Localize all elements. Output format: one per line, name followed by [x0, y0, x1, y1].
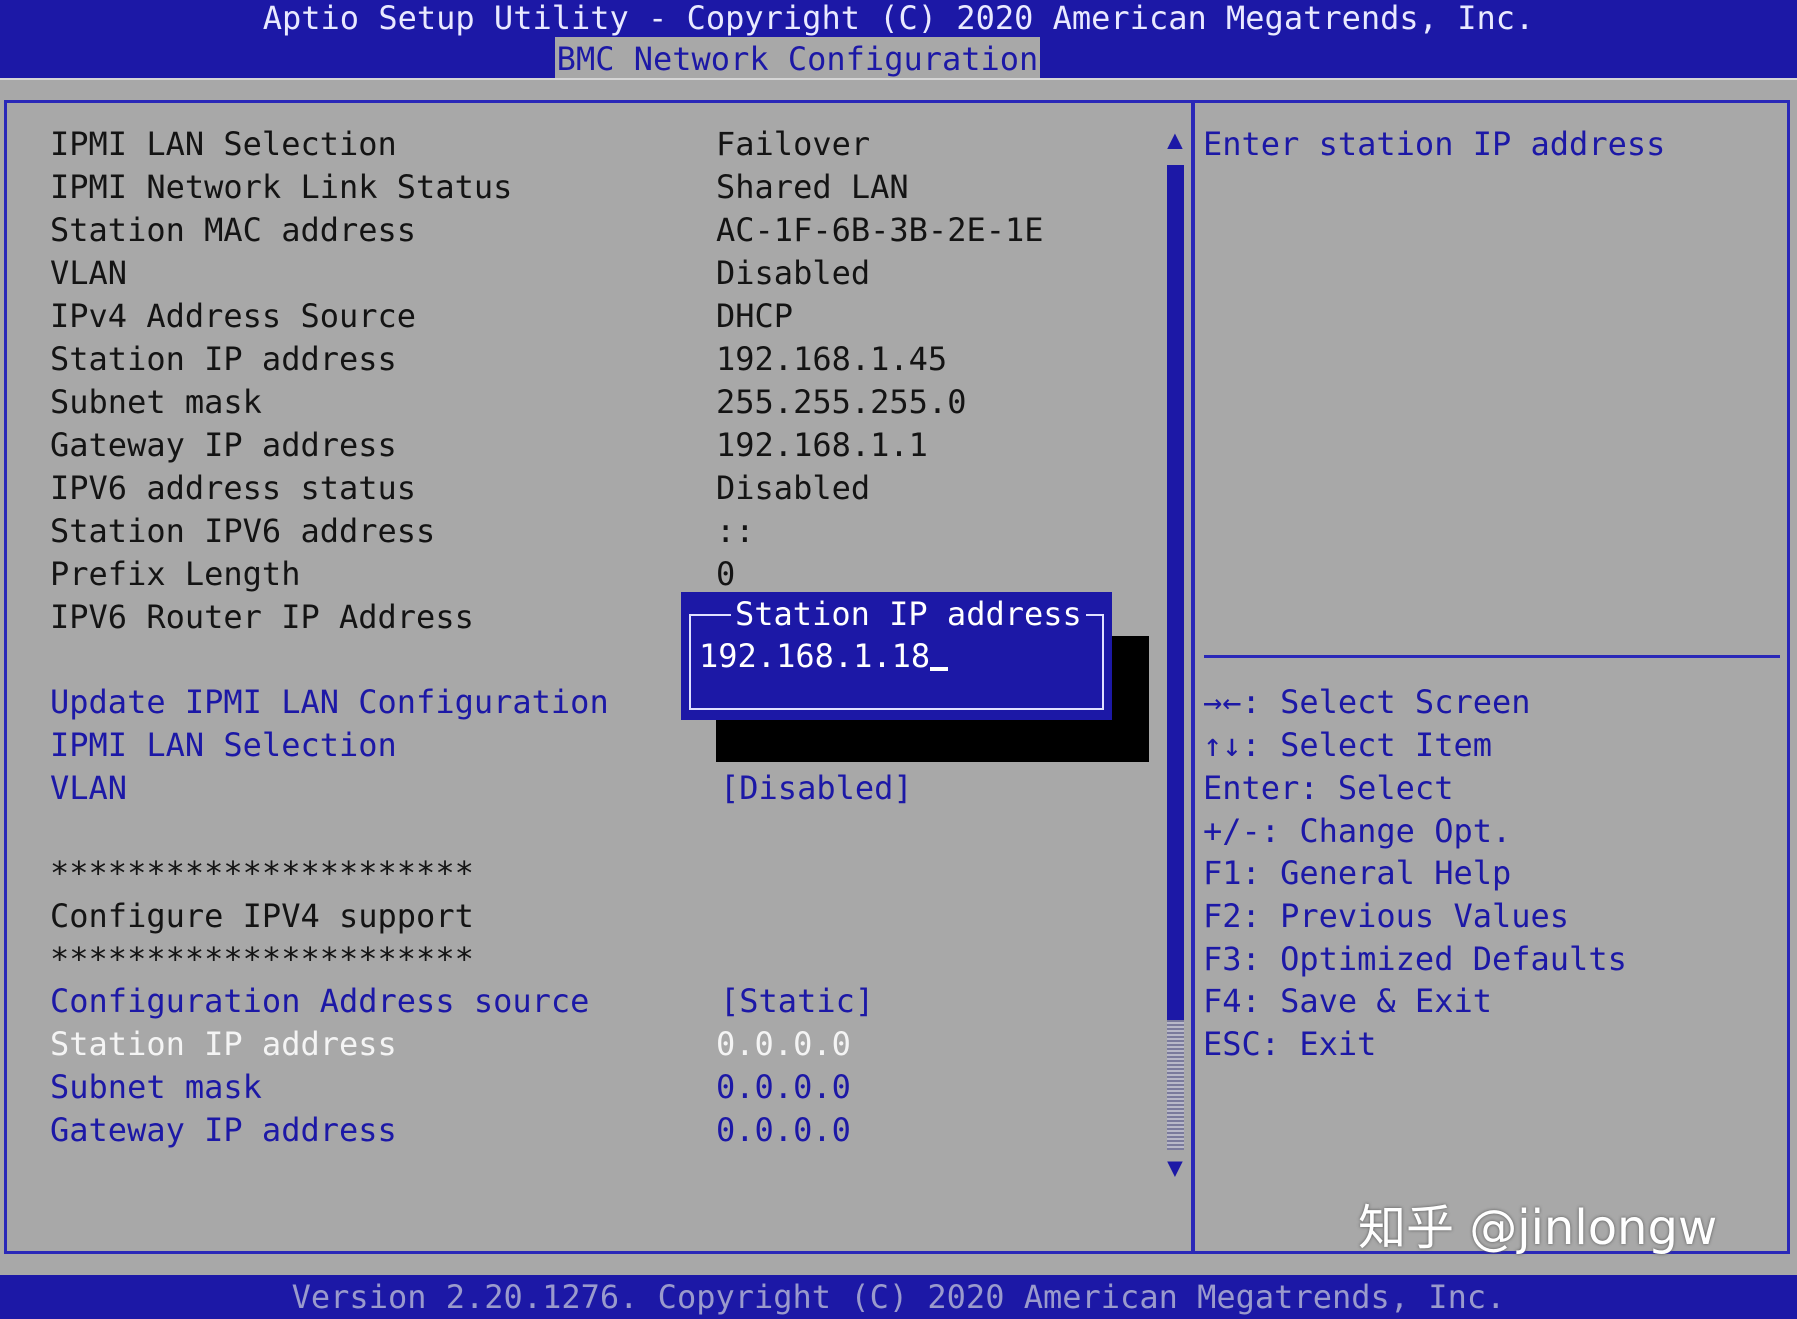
option-gateway-ip-address[interactable]: Gateway IP address [50, 1110, 397, 1150]
label-gateway-ip-address: Gateway IP address [50, 426, 397, 464]
value-station-ip-address: 192.168.1.45 [716, 340, 948, 378]
separator-top: ********************** [50, 854, 474, 892]
option-station-ip-address[interactable]: Station IP address [50, 1024, 397, 1064]
option-ipmi-lan-selection[interactable]: IPMI LAN Selection [50, 725, 397, 765]
help-divider [1204, 655, 1780, 658]
station-ip-address-dialog: Station IP address 192.168.1.18 [681, 592, 1112, 720]
label-prefix-length: Prefix Length [50, 555, 301, 593]
key-hint-text: : Exit [1260, 1025, 1377, 1063]
label-ipmi-lan-selection: IPMI LAN Selection [50, 125, 397, 163]
label-subnet-mask: Subnet mask [50, 383, 262, 421]
label-ipv6-router-ip-address: IPV6 Router IP Address [50, 598, 474, 636]
watermark: 知乎 @jinlongw [1358, 1200, 1718, 1256]
option-vlan[interactable]: VLAN [50, 768, 127, 808]
key-hint-change-opt: +/-: Change Opt. [1203, 811, 1511, 851]
key-hint-esc: ESC: Exit [1203, 1024, 1376, 1064]
key-hint-f1: F1: General Help [1203, 853, 1511, 893]
help-description: Enter station IP address [1203, 125, 1666, 163]
label-ipv4-address-source: IPv4 Address Source [50, 297, 417, 335]
help-panel [1192, 100, 1790, 1254]
separator-bottom: ********************** [50, 940, 474, 978]
value-prefix-length: 0 [716, 555, 736, 593]
key-label: F2 [1203, 897, 1242, 935]
status-bar: Version 2.20.1276. Copyright (C) 2020 Am… [0, 1275, 1797, 1319]
option-subnet-mask-value[interactable]: 0.0.0.0 [716, 1067, 851, 1107]
section-title-ipv4: Configure IPV4 support [50, 897, 474, 935]
label-station-mac-address: Station MAC address [50, 211, 417, 249]
station-ip-address-input-text[interactable]: 192.168.1.18 [699, 637, 930, 675]
key-label: Enter [1203, 769, 1300, 807]
value-station-ipv6-address: :: [716, 512, 755, 550]
value-station-mac-address: AC-1F-6B-3B-2E-1E [716, 211, 1044, 249]
key-hint-text: : Select Screen [1241, 683, 1531, 721]
title-bar: Aptio Setup Utility - Copyright (C) 2020… [0, 0, 1797, 80]
key-hint-f2: F2: Previous Values [1203, 896, 1569, 936]
value-ipmi-network-link-status: Shared LAN [716, 168, 909, 206]
option-gateway-ip-address-value[interactable]: 0.0.0.0 [716, 1110, 851, 1150]
key-hint-text: : Select [1299, 769, 1454, 807]
text-cursor [930, 667, 949, 671]
key-hint-text: : Select Item [1241, 726, 1492, 764]
key-hint-text: : General Help [1241, 854, 1512, 892]
utility-title: Aptio Setup Utility - Copyright (C) 2020… [262, 0, 1535, 37]
option-update-ipmi-lan-configuration[interactable]: Update IPMI LAN Configuration [50, 682, 609, 722]
scroll-up-arrow-icon[interactable]: ▲ [1163, 127, 1187, 153]
key-hint-text: : Change Opt. [1260, 812, 1512, 850]
version-copyright: Version 2.20.1276. Copyright (C) 2020 Am… [291, 1278, 1506, 1316]
label-station-ipv6-address: Station IPV6 address [50, 512, 436, 550]
key-hint-f3: F3: Optimized Defaults [1203, 939, 1627, 979]
key-hint-select-screen: →←: Select Screen [1203, 682, 1531, 722]
key-label: F4 [1203, 982, 1242, 1020]
label-vlan: VLAN [50, 254, 128, 292]
key-hint-f4: F4: Save & Exit [1203, 981, 1492, 1021]
key-label: ESC [1203, 1025, 1261, 1063]
key-hint-select-item: ↑↓: Select Item [1203, 725, 1492, 765]
option-configuration-address-source[interactable]: Configuration Address source [50, 981, 589, 1021]
key-hint-text: : Save & Exit [1241, 982, 1492, 1020]
tab-bmc-network-configuration[interactable]: BMC Network Configuration [555, 37, 1040, 80]
scrollbar-thumb[interactable] [1167, 165, 1184, 1020]
key-label: +/- [1203, 812, 1261, 850]
header-divider [0, 78, 1797, 80]
station-ip-address-input[interactable]: 192.168.1.18 [699, 636, 1089, 676]
key-hint-text: : Optimized Defaults [1241, 940, 1627, 978]
dialog-title: Station IP address [731, 594, 1086, 634]
option-subnet-mask[interactable]: Subnet mask [50, 1067, 262, 1107]
option-configuration-address-source-value[interactable]: [Static] [720, 981, 874, 1021]
label-ipmi-network-link-status: IPMI Network Link Status [50, 168, 513, 206]
value-ipv6-address-status: Disabled [716, 469, 871, 507]
key-hint-text: : Previous Values [1241, 897, 1570, 935]
key-hint-enter: Enter: Select [1203, 768, 1453, 808]
scroll-down-arrow-icon[interactable]: ▼ [1163, 1155, 1187, 1181]
key-label: F3 [1203, 940, 1242, 978]
value-vlan: Disabled [716, 254, 871, 292]
value-subnet-mask: 255.255.255.0 [716, 383, 967, 421]
label-station-ip-address: Station IP address [50, 340, 397, 378]
option-vlan-value[interactable]: [Disabled] [720, 768, 913, 808]
key-arrows-up-down-icon: ↑↓ [1203, 726, 1242, 764]
key-label: F1 [1203, 854, 1242, 892]
label-ipv6-address-status: IPV6 address status [50, 469, 417, 507]
option-station-ip-address-value[interactable]: 0.0.0.0 [716, 1024, 851, 1064]
key-arrows-left-right-icon: →← [1203, 683, 1242, 721]
value-gateway-ip-address: 192.168.1.1 [716, 426, 928, 464]
value-ipmi-lan-selection: Failover [716, 125, 871, 163]
value-ipv4-address-source: DHCP [716, 297, 794, 335]
